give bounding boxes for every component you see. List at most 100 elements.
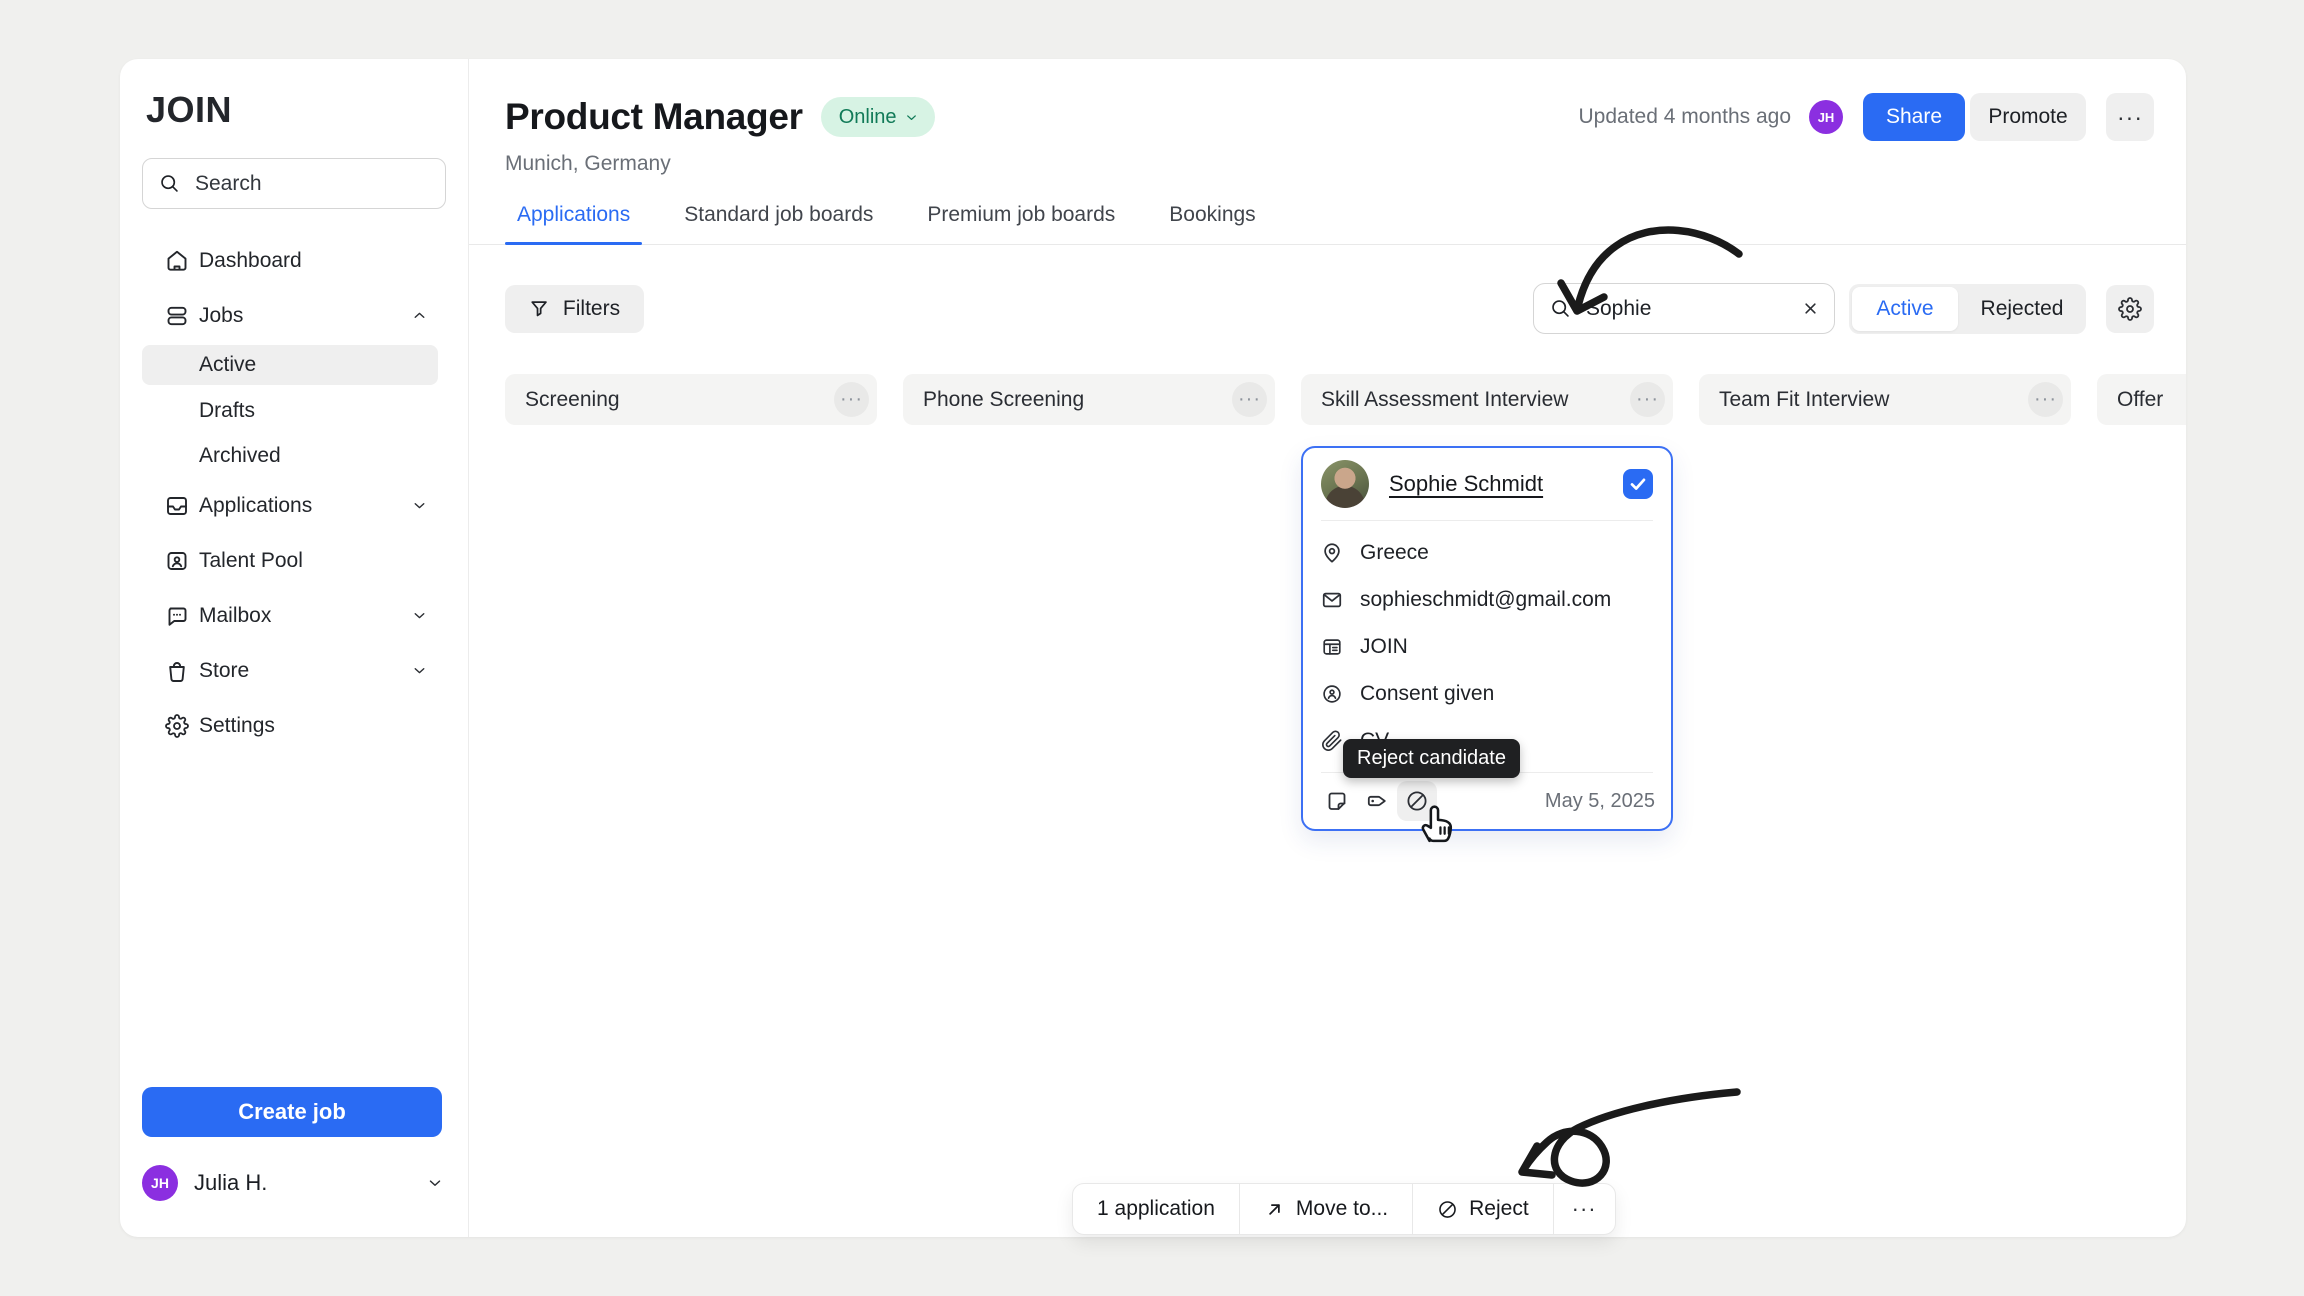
column-menu-button[interactable]: ···: [2028, 382, 2063, 417]
chevron-down-icon: [426, 1174, 444, 1192]
home-icon: [165, 249, 189, 273]
note-icon: [1325, 789, 1349, 813]
chevron-down-icon: [411, 662, 428, 679]
sidebar-item-jobs[interactable]: Jobs: [120, 288, 468, 343]
column-menu-button[interactable]: ···: [1232, 382, 1267, 417]
detail-text: Greece: [1360, 541, 1429, 565]
sidebar-item-label: Talent Pool: [199, 549, 303, 573]
account-menu[interactable]: JH Julia H.: [142, 1165, 444, 1201]
move-to-label: Move to...: [1296, 1197, 1388, 1221]
inbox-icon: [165, 494, 189, 518]
filters-label: Filters: [563, 297, 620, 321]
board-toolbar: Filters Active Rejected: [469, 283, 2186, 334]
board-settings-button[interactable]: [2106, 285, 2154, 333]
reject-button[interactable]: Reject: [1413, 1184, 1554, 1234]
tab-bookings[interactable]: Bookings: [1157, 203, 1267, 244]
create-job-button[interactable]: Create job: [142, 1087, 442, 1137]
selection-count-label: 1 application: [1097, 1197, 1215, 1221]
share-button[interactable]: Share: [1863, 93, 1965, 141]
join-logo[interactable]: JOIN: [146, 89, 468, 131]
selection-more-button[interactable]: ···: [1554, 1184, 1615, 1234]
shopping-bag-icon: [165, 659, 189, 683]
column-menu-button[interactable]: ···: [834, 382, 869, 417]
tag-icon: [1365, 789, 1389, 813]
sidebar-item-label: Store: [199, 659, 249, 683]
source-browser-icon: [1321, 636, 1343, 658]
search-icon: [159, 173, 180, 194]
search-icon: [1550, 298, 1571, 319]
detail-text: sophieschmidt@gmail.com: [1360, 588, 1611, 612]
id-card-icon: [165, 549, 189, 573]
location-pin-icon: [1321, 542, 1343, 564]
status-badge-label: Online: [839, 106, 897, 129]
move-to-button[interactable]: Move to...: [1240, 1184, 1413, 1234]
column-title: Team Fit Interview: [1719, 388, 1889, 412]
reject-label: Reject: [1469, 1197, 1529, 1221]
status-filter-toggle: Active Rejected: [1849, 284, 2086, 334]
candidate-card-footer: May 5, 2025: [1303, 773, 1671, 829]
column-header: Screening ···: [505, 374, 877, 425]
sidebar-bottom: Create job JH Julia H.: [120, 1087, 468, 1237]
tab-premium-job-boards[interactable]: Premium job boards: [915, 203, 1127, 244]
sidebar-search-input[interactable]: [193, 171, 429, 197]
app-window: JOIN Dashboard Jobs Active: [120, 59, 2186, 1237]
promote-button[interactable]: Promote: [1970, 93, 2086, 141]
sidebar-item-archived[interactable]: Archived: [120, 433, 468, 478]
chevron-down-icon: [411, 497, 428, 514]
sidebar-item-drafts[interactable]: Drafts: [120, 388, 468, 433]
job-more-button[interactable]: ···: [2106, 93, 2154, 141]
sidebar-item-talent-pool[interactable]: Talent Pool: [120, 533, 468, 588]
sidebar: JOIN Dashboard Jobs Active: [120, 59, 469, 1237]
tags-button[interactable]: [1357, 781, 1397, 821]
job-tabs: Applications Standard job boards Premium…: [469, 203, 2186, 245]
job-title-row: Product Manager Online Updated 4 months …: [505, 93, 2154, 141]
header-actions: Updated 4 months ago JH Share Promote ··…: [1579, 93, 2154, 141]
detail-consent: Consent given: [1321, 670, 1653, 717]
filters-button[interactable]: Filters: [505, 285, 644, 333]
chevron-up-icon: [411, 307, 428, 324]
sidebar-item-label: Settings: [199, 714, 275, 738]
toggle-rejected[interactable]: Rejected: [1958, 287, 2086, 331]
tab-applications[interactable]: Applications: [505, 203, 642, 244]
sidebar-search[interactable]: [142, 158, 446, 209]
sidebar-item-mailbox[interactable]: Mailbox: [120, 588, 468, 643]
job-status-badge[interactable]: Online: [821, 97, 935, 137]
notes-button[interactable]: [1317, 781, 1357, 821]
column-header: Phone Screening ···: [903, 374, 1275, 425]
consent-badge-icon: [1321, 683, 1343, 705]
sidebar-item-label: Mailbox: [199, 604, 271, 628]
candidate-search-input[interactable]: [1584, 296, 1788, 322]
toolbar-right: Active Rejected: [1533, 283, 2154, 334]
hand-cursor: [1413, 798, 1461, 846]
sidebar-item-dashboard[interactable]: Dashboard: [120, 233, 468, 288]
candidate-checkbox[interactable]: [1623, 469, 1653, 499]
clear-search-icon[interactable]: [1801, 299, 1820, 318]
candidate-card[interactable]: Sophie Schmidt Greece: [1301, 446, 1673, 831]
chat-bubble-icon: [165, 604, 189, 628]
sidebar-nav: Dashboard Jobs Active Drafts Archived: [120, 233, 468, 753]
candidate-details: Greece sophieschmidt@gmail.com JOIN: [1303, 521, 1671, 772]
column-header: Team Fit Interview ···: [1699, 374, 2071, 425]
funnel-icon: [529, 298, 551, 320]
gear-icon: [165, 714, 189, 738]
tab-standard-job-boards[interactable]: Standard job boards: [672, 203, 885, 244]
column-header: Skill Assessment Interview ···: [1301, 374, 1673, 425]
sidebar-item-settings[interactable]: Settings: [120, 698, 468, 753]
page-title: Product Manager: [505, 96, 803, 138]
arrow-up-right-icon: [1264, 1199, 1285, 1220]
column-header: Offer ···: [2097, 374, 2186, 425]
detail-text: Consent given: [1360, 682, 1494, 706]
sidebar-item-store[interactable]: Store: [120, 643, 468, 698]
kanban-board: Screening ··· Phone Screening ··· Skill …: [505, 374, 2186, 1237]
sidebar-item-applications[interactable]: Applications: [120, 478, 468, 533]
column-skill-assessment: Skill Assessment Interview ··· Sophie Sc…: [1301, 374, 1673, 1237]
candidate-search[interactable]: [1533, 283, 1835, 334]
candidate-name-link[interactable]: Sophie Schmidt: [1389, 471, 1543, 497]
sidebar-item-label: Drafts: [199, 399, 255, 423]
column-menu-button[interactable]: ···: [1630, 382, 1665, 417]
job-header: Product Manager Online Updated 4 months …: [469, 59, 2186, 176]
sidebar-item-active[interactable]: Active: [142, 345, 438, 385]
application-date: May 5, 2025: [1545, 790, 1655, 813]
column-title: Offer: [2117, 388, 2163, 412]
toggle-active[interactable]: Active: [1852, 287, 1958, 331]
